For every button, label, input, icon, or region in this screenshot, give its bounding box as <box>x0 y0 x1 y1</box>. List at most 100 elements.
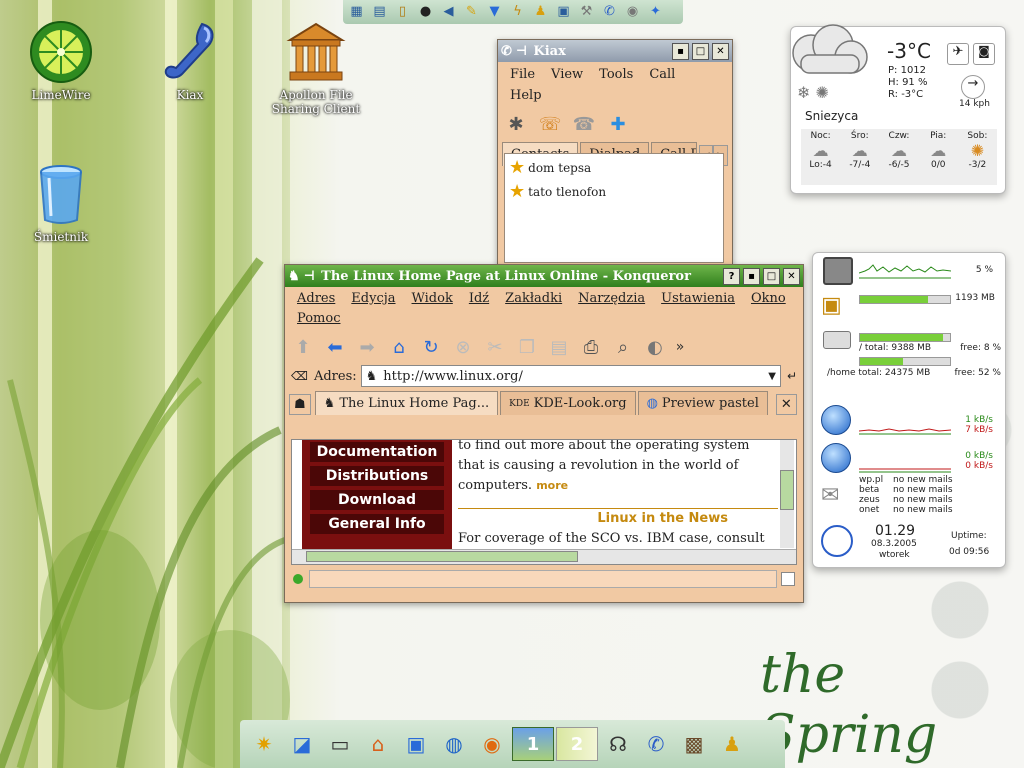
floppy-icon[interactable]: ▣ <box>398 726 434 762</box>
maximize-button[interactable]: □ <box>763 267 780 285</box>
calculator-icon[interactable]: ▣ <box>553 1 574 22</box>
sidebar-toggle-icon[interactable]: ☗ <box>289 394 311 415</box>
pager-desktop-2[interactable]: 2 <box>556 727 598 761</box>
hangup-icon[interactable]: ☎ <box>570 110 598 138</box>
camera-icon[interactable]: ◙ <box>973 43 995 65</box>
pin-icon[interactable]: ⊣ <box>304 269 316 284</box>
settings-icon[interactable]: ✦ <box>645 1 666 22</box>
tab-preview-pastel[interactable]: ◍ Preview pastel <box>637 391 768 415</box>
speaker-icon[interactable]: ◀ <box>438 1 459 22</box>
go-icon[interactable]: ↵ <box>787 369 797 383</box>
back-arrow-icon[interactable]: ⬅ <box>321 333 349 361</box>
nav-distributions[interactable]: Distributions <box>310 466 444 486</box>
menu-adres[interactable]: Adres <box>289 289 343 309</box>
menu-narzedzia[interactable]: Narzędzia <box>570 289 653 309</box>
new-tab-icon[interactable]: ◐ <box>641 333 669 361</box>
person-taskbar-icon[interactable]: ♟ <box>714 726 750 762</box>
network-icon[interactable]: ▦ <box>346 1 367 22</box>
desktop-icon-kiax[interactable]: Kiax <box>150 20 230 102</box>
person-icon[interactable]: ♟ <box>530 1 551 22</box>
menu-call[interactable]: Call <box>641 64 683 85</box>
headset-konqueror-icon[interactable]: ☊ <box>600 726 636 762</box>
menu-idz[interactable]: Idź <box>461 289 497 309</box>
menu-file[interactable]: File <box>502 64 543 85</box>
menu-tools[interactable]: Tools <box>591 64 641 85</box>
overflow-chevron-icon[interactable]: » <box>673 333 687 361</box>
menu-widok[interactable]: Widok <box>404 289 461 309</box>
minimize-button[interactable]: ▪ <box>743 267 760 285</box>
home-folder-icon[interactable]: ⌂ <box>360 726 396 762</box>
desktop-icon-apollon[interactable]: Apollon File Sharing Client <box>270 20 362 116</box>
address-input[interactable]: ♞ http://www.linux.org/ ▼ <box>360 365 781 387</box>
scrollbar-thumb[interactable] <box>306 551 578 562</box>
globe-browser-icon[interactable]: ◍ <box>436 726 472 762</box>
call-icon[interactable]: ☏ <box>536 110 564 138</box>
cut-icon[interactable]: ✂ <box>481 333 509 361</box>
konqueror-titlebar[interactable]: ♞ ⊣ The Linux Home Page at Linux Online … <box>285 265 803 287</box>
more-link[interactable]: more <box>536 479 568 492</box>
settings-gear-icon[interactable]: ✱ <box>502 110 530 138</box>
list-item[interactable]: ★ dom tepsa <box>505 154 723 181</box>
pager-desktop-1[interactable]: 1 <box>512 727 554 761</box>
dropdown-arrow-icon[interactable]: ▼ <box>768 371 776 382</box>
up-arrow-icon[interactable]: ⬆ <box>289 333 317 361</box>
kde-notes-icon[interactable]: ▯ <box>392 1 413 22</box>
desktop-icon-limewire[interactable]: LimeWire <box>21 20 101 102</box>
cd-icon[interactable]: ◉ <box>622 1 643 22</box>
kiax-phone-icon[interactable]: ✆ <box>599 1 620 22</box>
temperature: -3°C <box>887 39 931 63</box>
close-tab-icon[interactable]: ✕ <box>775 394 797 415</box>
photo-thumbnail-icon[interactable]: ▩ <box>676 726 712 762</box>
forward-arrow-icon[interactable]: ➡ <box>353 333 381 361</box>
desktop-icon-label: Kiax <box>176 88 204 102</box>
news-heading[interactable]: Linux in the News <box>458 508 778 529</box>
desktop-icon-trash[interactable]: Śmietnik <box>21 162 101 244</box>
menu-edycja[interactable]: Edycja <box>343 289 403 309</box>
copy-icon[interactable]: ❐ <box>513 333 541 361</box>
menu-view[interactable]: View <box>543 64 591 85</box>
tab-kde-look[interactable]: KDE KDE-Look.org <box>500 391 636 415</box>
plane-icon[interactable]: ✈ <box>947 43 969 65</box>
bomb-icon[interactable]: ● <box>415 1 436 22</box>
maximize-button[interactable]: □ <box>692 42 709 60</box>
help-button[interactable]: ? <box>723 267 740 285</box>
kiax-taskbar-icon[interactable]: ✆ <box>638 726 674 762</box>
list-item[interactable]: ★ tato tlenofon <box>505 181 723 202</box>
print-icon[interactable]: ⎙ <box>577 333 605 361</box>
kiax-titlebar[interactable]: ✆ ⊣ Kiax ▪ □ ✕ <box>498 40 732 62</box>
close-button[interactable]: ✕ <box>783 267 800 285</box>
minimize-button[interactable]: ▪ <box>672 42 689 60</box>
pencil-icon[interactable]: ✎ <box>461 1 482 22</box>
menu-help[interactable]: Help <box>502 85 550 106</box>
firefox-icon[interactable]: ◉ <box>474 726 510 762</box>
hammer-icon[interactable]: ⚒ <box>576 1 597 22</box>
vertical-scrollbar[interactable] <box>780 440 794 548</box>
forecast-day: Śro: ☁ -7/-4 <box>840 129 879 185</box>
pin-icon[interactable]: ⊣ <box>516 44 528 59</box>
add-contact-icon[interactable]: ✚ <box>604 110 632 138</box>
terminal-icon[interactable]: ▭ <box>322 726 358 762</box>
nav-download[interactable]: Download <box>310 490 444 510</box>
close-button[interactable]: ✕ <box>712 42 729 60</box>
show-desktop-icon[interactable]: ◪ <box>284 726 320 762</box>
menu-zakladki[interactable]: Zakładki <box>497 289 570 309</box>
nav-general-info[interactable]: General Info <box>310 514 444 534</box>
menu-pomoc[interactable]: Pomoc <box>289 309 348 329</box>
kde-menu-icon[interactable]: ✷ <box>246 726 282 762</box>
lightning-icon[interactable]: ϟ <box>507 1 528 22</box>
tab-linux-home[interactable]: ♞ The Linux Home Pag... <box>314 391 499 415</box>
paste-icon[interactable]: ▤ <box>545 333 573 361</box>
stop-icon[interactable]: ⊗ <box>449 333 477 361</box>
zoom-icon[interactable]: ⌕ <box>609 333 637 361</box>
network-computers-icon[interactable]: ▤ <box>369 1 390 22</box>
clear-location-icon[interactable]: ⌫ <box>291 369 308 383</box>
nav-documentation[interactable]: Documentation <box>310 442 444 462</box>
download-arrow-icon[interactable]: ▼ <box>484 1 505 22</box>
status-resize-box[interactable] <box>781 572 795 586</box>
reload-icon[interactable]: ↻ <box>417 333 445 361</box>
menu-ustawienia[interactable]: Ustawienia <box>653 289 743 309</box>
scrollbar-thumb[interactable] <box>780 470 794 510</box>
menu-okno[interactable]: Okno <box>743 289 794 309</box>
home-icon[interactable]: ⌂ <box>385 333 413 361</box>
horizontal-scrollbar[interactable] <box>292 549 796 564</box>
